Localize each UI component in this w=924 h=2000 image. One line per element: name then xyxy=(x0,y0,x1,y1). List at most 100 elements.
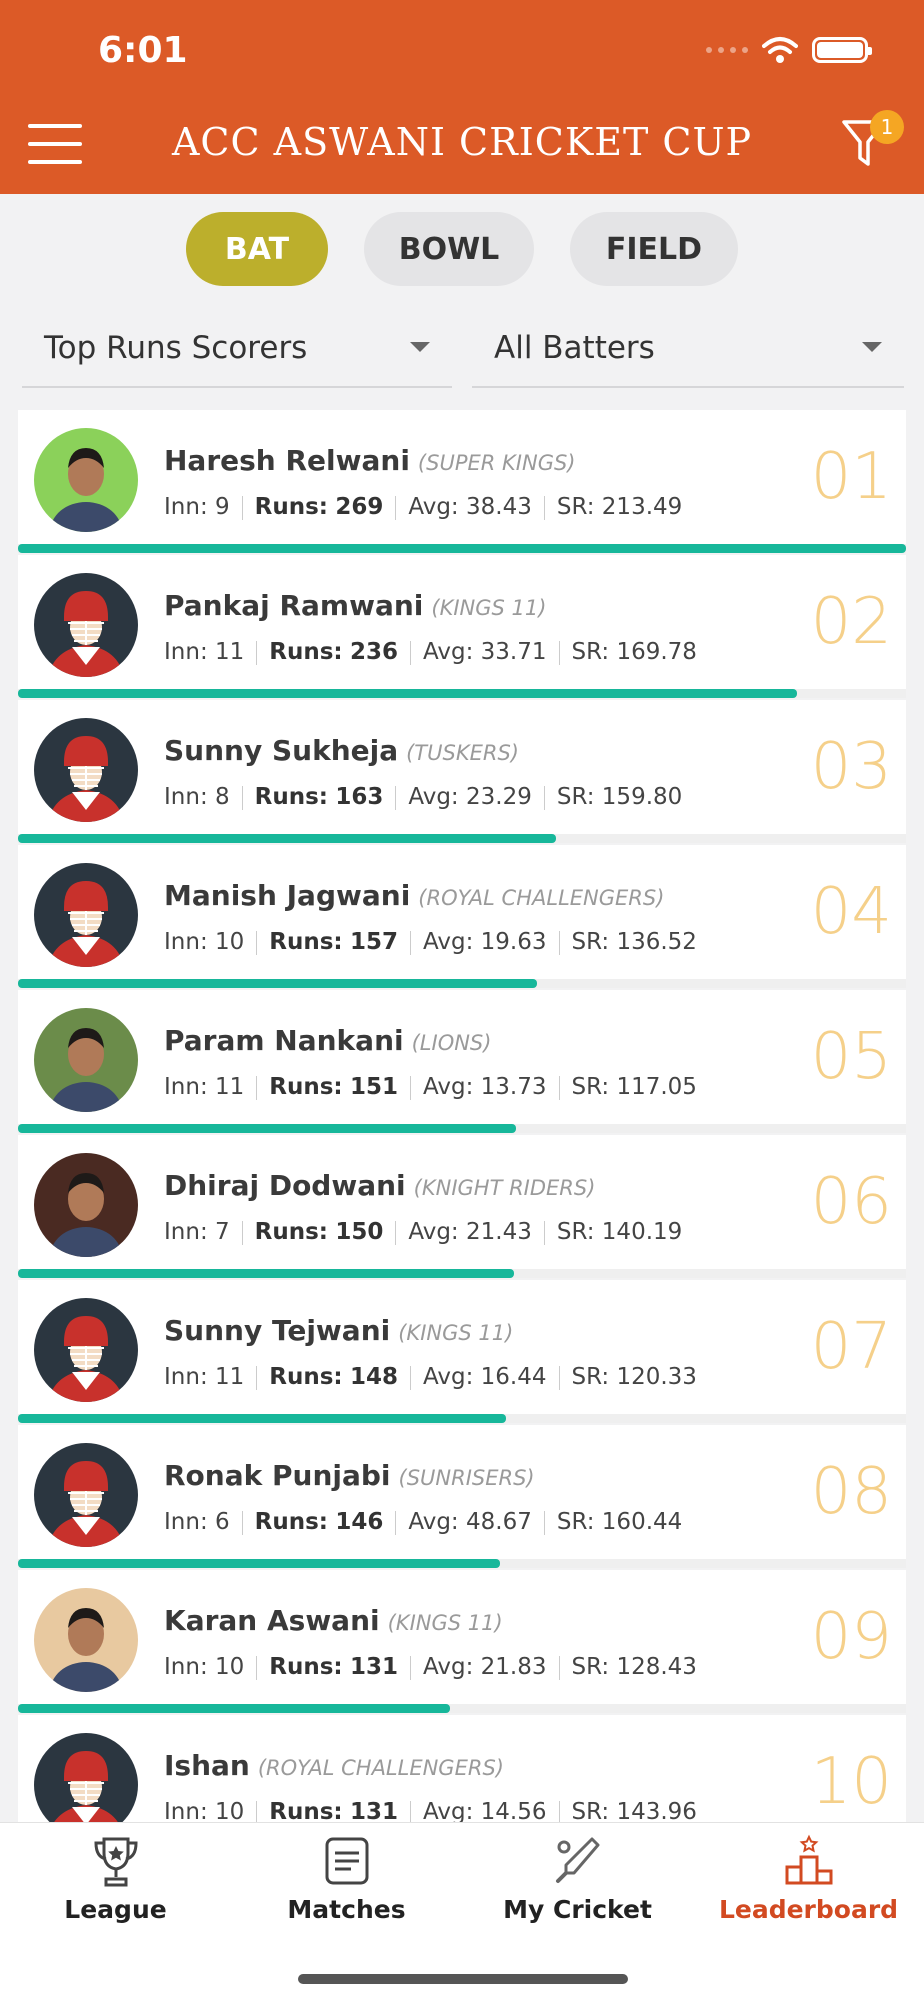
runs-value: 163 xyxy=(335,784,384,810)
player-stats: Inn: 11 Runs: 236 Avg: 33.71 SR: 169.78 xyxy=(164,639,697,665)
segment-field[interactable]: FIELD xyxy=(570,212,738,286)
team-name: (SUPER KINGS) xyxy=(417,451,576,475)
innings-label: Inn: xyxy=(164,1074,208,1100)
strike-rate-label: SR: xyxy=(556,494,595,520)
strike-rate-value: 120.33 xyxy=(616,1364,697,1390)
strike-rate-label: SR: xyxy=(571,1364,610,1390)
wifi-icon xyxy=(762,37,798,63)
players-dropdown[interactable]: All Batters xyxy=(472,320,904,388)
runs-progress-track xyxy=(18,544,906,553)
battery-icon xyxy=(812,37,872,63)
runs-label: Runs: xyxy=(254,1219,328,1245)
rank-number: 04 xyxy=(810,875,892,949)
segment-bat[interactable]: BAT xyxy=(186,212,328,286)
runs-progress-bar xyxy=(18,1124,517,1133)
average-value: 23.29 xyxy=(466,784,532,810)
runs-value: 236 xyxy=(349,639,398,665)
team-name: (KNIGHT RIDERS) xyxy=(413,1176,596,1200)
divider xyxy=(409,1655,411,1680)
strike-rate-label: SR: xyxy=(556,1219,595,1245)
avatar xyxy=(34,1298,138,1402)
trophy-icon xyxy=(94,1837,138,1887)
player-name: Ronak Punjabi xyxy=(164,1459,391,1492)
rank-number: 10 xyxy=(810,1745,892,1819)
player-stats: Inn: 11 Runs: 151 Avg: 13.73 SR: 117.05 xyxy=(164,1074,697,1100)
rank-number: 02 xyxy=(810,585,892,659)
divider xyxy=(543,495,545,520)
player-stats: Inn: 8 Runs: 163 Avg: 23.29 SR: 159.80 xyxy=(164,784,682,810)
divider xyxy=(558,1655,560,1680)
player-row[interactable]: Sunny Tejwani (KINGS 11) Inn: 11 Runs: 148 A… xyxy=(18,1280,906,1423)
average-label: Avg: xyxy=(408,1219,459,1245)
avatar xyxy=(34,863,138,967)
tab-league[interactable]: League xyxy=(0,1823,231,1933)
average-label: Avg: xyxy=(408,1509,459,1535)
divider xyxy=(409,1365,411,1390)
divider xyxy=(558,640,560,665)
player-name-line: Pankaj Ramwani (KINGS 11) xyxy=(164,589,546,622)
divider xyxy=(395,495,397,520)
team-name: (LIONS) xyxy=(411,1031,492,1055)
strike-rate-label: SR: xyxy=(556,1509,595,1535)
player-name: Param Nankani xyxy=(164,1024,404,1057)
stat-type-segments: BAT BOWL FIELD xyxy=(0,212,924,286)
runs-value: 151 xyxy=(349,1074,398,1100)
player-row[interactable]: Manish Jagwani (ROYAL CHALLENGERS) Inn: 10… xyxy=(18,845,906,988)
status-time: 6:01 xyxy=(98,30,188,71)
average-value: 21.83 xyxy=(480,1654,547,1680)
players-dropdown-value: All Batters xyxy=(494,330,655,366)
divider xyxy=(409,1800,411,1825)
player-stats: Inn: 6 Runs: 146 Avg: 48.67 SR: 160.44 xyxy=(164,1509,682,1535)
player-row[interactable]: Karan Aswani (KINGS 11) Inn: 10 Runs: 131 Av… xyxy=(18,1570,906,1713)
player-row[interactable]: Ronak Punjabi (SUNRISERS) Inn: 6 Runs: 146 A… xyxy=(18,1425,906,1568)
runs-progress-bar xyxy=(18,544,906,553)
divider xyxy=(256,1365,258,1390)
innings-label: Inn: xyxy=(164,784,208,810)
divider xyxy=(409,1075,411,1100)
player-row[interactable]: Haresh Relwani (SUPER KINGS) Inn: 9 Runs: 2… xyxy=(18,410,906,553)
strike-rate-label: SR: xyxy=(571,639,610,665)
runs-progress-bar xyxy=(18,834,557,843)
average-label: Avg: xyxy=(422,1074,474,1100)
tab-my-cricket[interactable]: My Cricket xyxy=(462,1823,693,1933)
runs-progress-bar xyxy=(18,1704,451,1713)
category-dropdown[interactable]: Top Runs Scorers xyxy=(22,320,452,388)
runs-progress-track xyxy=(18,1559,906,1568)
innings-value: 11 xyxy=(215,1364,245,1390)
innings-value: 9 xyxy=(215,494,230,520)
avatar xyxy=(34,1153,138,1257)
player-row[interactable]: Sunny Sukheja (TUSKERS) Inn: 8 Runs: 163 Avg… xyxy=(18,700,906,843)
innings-value: 11 xyxy=(215,1074,245,1100)
player-row[interactable]: Pankaj Ramwani (KINGS 11) Inn: 11 Runs: 236… xyxy=(18,555,906,698)
runs-value: 131 xyxy=(349,1654,398,1680)
tab-matches[interactable]: Matches xyxy=(231,1823,462,1933)
runs-value: 146 xyxy=(335,1509,384,1535)
player-row[interactable]: Dhiraj Dodwani (KNIGHT RIDERS) Inn: 7 Runs:… xyxy=(18,1135,906,1278)
avatar xyxy=(34,428,138,532)
divider xyxy=(558,1365,560,1390)
home-indicator xyxy=(298,1974,628,1984)
runs-progress-track xyxy=(18,689,906,698)
average-value: 38.43 xyxy=(466,494,532,520)
average-label: Avg: xyxy=(422,639,474,665)
innings-value: 7 xyxy=(215,1219,230,1245)
player-name-line: Karan Aswani (KINGS 11) xyxy=(164,1604,503,1637)
segment-bowl[interactable]: BOWL xyxy=(364,212,534,286)
player-row[interactable]: Param Nankani (LIONS) Inn: 11 Runs: 151 Avg:… xyxy=(18,990,906,1133)
tab-leaderboard[interactable]: Leaderboard xyxy=(693,1823,924,1933)
player-stats: Inn: 10 Runs: 131 Avg: 21.83 SR: 128.43 xyxy=(164,1654,697,1680)
player-name: Karan Aswani xyxy=(164,1604,380,1637)
filter-count-badge: 1 xyxy=(870,110,904,144)
avatar xyxy=(34,1443,138,1547)
strike-rate-label: SR: xyxy=(571,1074,610,1100)
tab-label: League xyxy=(64,1895,167,1924)
average-value: 33.71 xyxy=(480,639,547,665)
strike-rate-value: 136.52 xyxy=(616,929,697,955)
divider xyxy=(241,785,243,810)
player-stats: Inn: 11 Runs: 148 Avg: 16.44 SR: 120.33 xyxy=(164,1364,697,1390)
player-name-line: Sunny Tejwani (KINGS 11) xyxy=(164,1314,513,1347)
player-name-line: Param Nankani (LIONS) xyxy=(164,1024,491,1057)
strike-rate-value: 169.78 xyxy=(616,639,697,665)
average-value: 48.67 xyxy=(466,1509,532,1535)
rank-number: 05 xyxy=(810,1020,892,1094)
